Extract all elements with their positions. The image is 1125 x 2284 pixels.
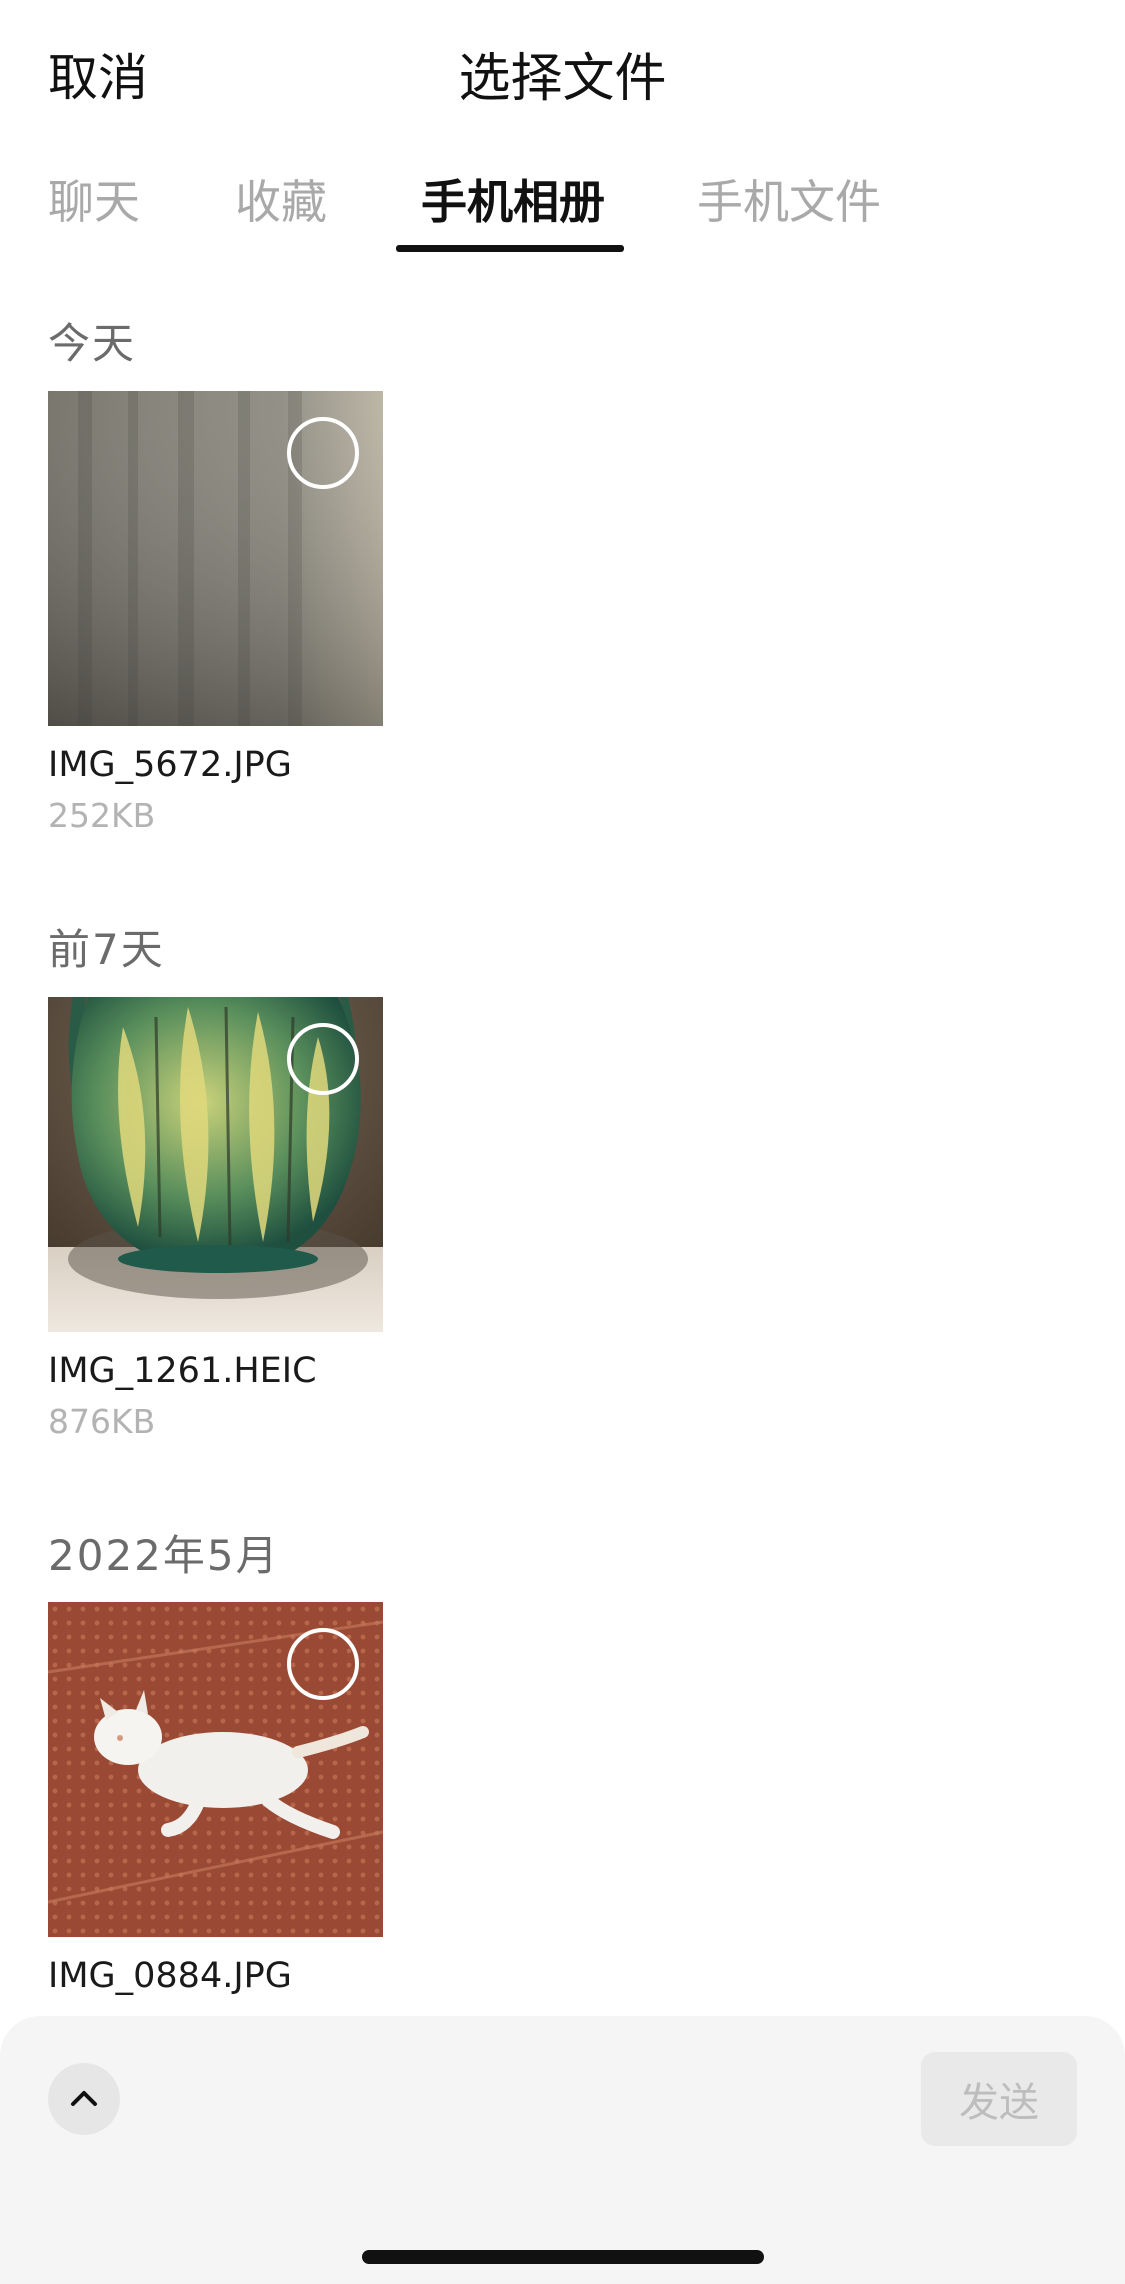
file-name: IMG_0884.JPG <box>48 1956 292 1996</box>
send-button[interactable]: 发送 <box>921 2052 1077 2146</box>
chevron-up-icon <box>71 2091 97 2106</box>
photo-thumbnail-blurry[interactable] <box>48 391 383 726</box>
file-size: 252KB <box>48 796 156 835</box>
select-circle[interactable] <box>287 1023 359 1095</box>
file-name: IMG_5672.JPG <box>48 745 292 785</box>
section-label-may-2022: 2022年5月 <box>48 1531 280 1580</box>
file-size: 876KB <box>48 1402 156 1441</box>
photo-thumbnail-vase[interactable] <box>48 997 383 1332</box>
tab-favorites[interactable]: 收藏 <box>235 166 327 232</box>
select-circle[interactable] <box>287 417 359 489</box>
photo-thumbnail-cat[interactable] <box>48 1602 383 1937</box>
tab-phone-files[interactable]: 手机文件 <box>697 166 881 232</box>
tab-chat[interactable]: 聊天 <box>48 166 140 232</box>
bottom-action-bar: 发送 <box>0 2016 1125 2284</box>
page-title: 选择文件 <box>458 49 667 109</box>
source-tabs: 聊天 收藏 手机相册 手机文件 <box>0 160 1125 256</box>
active-tab-indicator <box>396 245 624 252</box>
file-picker-screen: 取消 选择文件 聊天 收藏 手机相册 手机文件 今天 IMG_5672.JPG … <box>0 0 1125 2284</box>
file-name: IMG_1261.HEIC <box>48 1351 317 1391</box>
select-circle[interactable] <box>287 1628 359 1700</box>
section-label-today: 今天 <box>48 319 137 368</box>
tab-phone-album[interactable]: 手机相册 <box>421 166 605 232</box>
expand-button[interactable] <box>48 2063 120 2135</box>
home-indicator <box>362 2250 764 2264</box>
section-label-last-7-days: 前7天 <box>48 925 165 974</box>
